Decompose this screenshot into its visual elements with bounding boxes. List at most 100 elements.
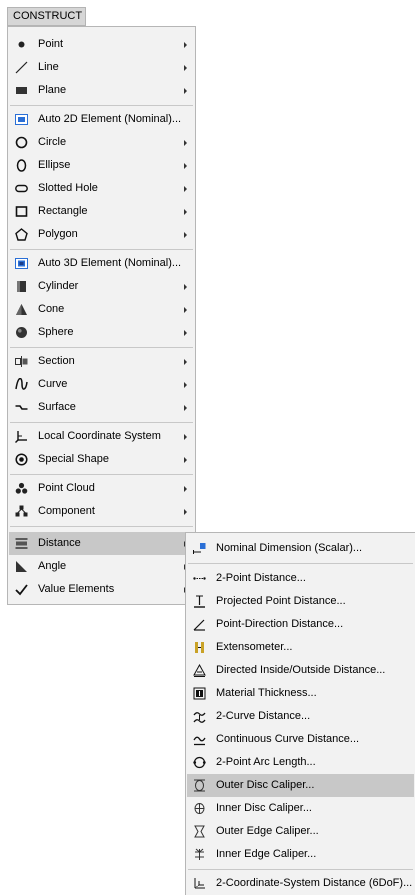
slotted-hole-icon [15, 182, 28, 195]
menu-item-ellipse[interactable]: Ellipse [9, 154, 194, 177]
menu-item-label: Material Thickness... [216, 687, 317, 699]
submenu-item-point-direction-distance[interactable]: Point-Direction Distance... [187, 613, 414, 636]
submenu-item-material-thickness[interactable]: Material Thickness... [187, 682, 414, 705]
component-icon [15, 505, 28, 518]
menu-item-section[interactable]: Section [9, 350, 194, 373]
menu-item-surface[interactable]: Surface [9, 396, 194, 419]
menu-item-rectangle[interactable]: Rectangle [9, 200, 194, 223]
submenu-arrow-icon [184, 359, 187, 365]
menu-item-label: Point-Direction Distance... [216, 618, 344, 630]
submenu-arrow-icon [184, 140, 187, 146]
angle-icon [15, 560, 28, 573]
menu-item-label: Ellipse [38, 159, 71, 171]
submenu-arrow-icon [184, 486, 187, 492]
menu-item-circle[interactable]: Circle [9, 131, 194, 154]
menu-item-label: Surface [38, 401, 76, 413]
arc-length-icon [193, 756, 206, 769]
menu-item-line[interactable]: Line [9, 56, 194, 79]
menu-item-label: Point Cloud [38, 482, 95, 494]
submenu-arrow-icon [184, 42, 187, 48]
menu-item-label: 2-Coordinate-System Distance (6DoF)... [216, 877, 413, 889]
menu-item-label: Slotted Hole [38, 182, 98, 194]
rectangle-icon [15, 205, 28, 218]
submenu-arrow-icon [184, 65, 187, 71]
submenu-arrow-icon [184, 434, 187, 440]
menu-separator [10, 422, 193, 423]
menu-item-component[interactable]: Component [9, 500, 194, 523]
menu-item-label: Component [38, 505, 95, 517]
submenu-item-projected-point-distance[interactable]: Projected Point Distance... [187, 590, 414, 613]
auto-3d-element-icon [15, 257, 28, 270]
menu-item-label: Outer Disc Caliper... [216, 779, 315, 791]
submenu-item-2-point-arc-length[interactable]: 2-Point Arc Length... [187, 751, 414, 774]
menu-item-special-shape[interactable]: Special Shape [9, 448, 194, 471]
menu-item-polygon[interactable]: Polygon [9, 223, 194, 246]
point-icon [15, 38, 28, 51]
submenu-item-inner-edge-caliper[interactable]: Inner Edge Caliper... [187, 843, 414, 866]
distance-submenu: Nominal Dimension (Scalar)... 2-Point Di… [185, 532, 415, 895]
submenu-item-6dof-distance[interactable]: 2-Coordinate-System Distance (6DoF)... [187, 872, 414, 895]
nominal-dimension-icon [193, 542, 206, 555]
submenu-item-nominal-dimension[interactable]: Nominal Dimension (Scalar)... [187, 537, 414, 560]
menu-item-label: 2-Curve Distance... [216, 710, 311, 722]
menu-item-cylinder[interactable]: Cylinder [9, 275, 194, 298]
menu-item-value-elements[interactable]: Value Elements [9, 578, 194, 601]
submenu-arrow-icon [184, 186, 187, 192]
menu-item-label: Circle [38, 136, 67, 148]
directed-distance-icon [193, 664, 206, 677]
menu-item-label: Auto 3D Element (Nominal)... [38, 257, 182, 269]
menu-item-label: Polygon [38, 228, 78, 240]
menu-item-label: Line [38, 61, 59, 73]
menu-separator [10, 347, 193, 348]
projected-point-distance-icon [193, 595, 206, 608]
section-icon [15, 355, 28, 368]
special-shape-icon [15, 453, 28, 466]
submenu-item-2-point-distance[interactable]: 2-Point Distance... [187, 567, 414, 590]
submenu-arrow-icon [184, 382, 187, 388]
menu-item-label: Section [38, 355, 75, 367]
menu-item-label: Local Coordinate System [38, 430, 161, 442]
distance-icon [15, 537, 28, 550]
menu-item-cone[interactable]: Cone [9, 298, 194, 321]
submenu-item-inner-disc-caliper[interactable]: Inner Disc Caliper... [187, 797, 414, 820]
submenu-item-outer-edge-caliper[interactable]: Outer Edge Caliper... [187, 820, 414, 843]
menu-item-slotted-hole[interactable]: Slotted Hole [9, 177, 194, 200]
menu-item-label: Sphere [38, 326, 74, 338]
menu-item-label: Curve [38, 378, 68, 390]
menu-item-auto-2d-element[interactable]: Auto 2D Element (Nominal)... [9, 108, 194, 131]
menu-separator [10, 105, 193, 106]
submenu-arrow-icon [184, 405, 187, 411]
submenu-item-2-curve-distance[interactable]: 2-Curve Distance... [187, 705, 414, 728]
two-point-distance-icon [193, 572, 206, 585]
menu-item-label: 2-Point Arc Length... [216, 756, 316, 768]
menu-item-label: Extensometer... [216, 641, 293, 653]
menu-separator [188, 563, 413, 564]
menu-item-auto-3d-element[interactable]: Auto 3D Element (Nominal)... [9, 252, 194, 275]
menu-item-plane[interactable]: Plane [9, 79, 194, 102]
menu-item-angle[interactable]: Angle [9, 555, 194, 578]
menu-item-label: Nominal Dimension (Scalar)... [216, 542, 363, 554]
menu-item-local-coordinate-system[interactable]: Local Coordinate System [9, 425, 194, 448]
menu-item-point[interactable]: Point [9, 33, 194, 56]
submenu-arrow-icon [184, 509, 187, 515]
menu-item-distance[interactable]: Distance [9, 532, 194, 555]
submenu-item-extensometer[interactable]: Extensometer... [187, 636, 414, 659]
menu-item-label: Directed Inside/Outside Distance... [216, 664, 386, 676]
submenu-item-directed-distance[interactable]: Directed Inside/Outside Distance... [187, 659, 414, 682]
menu-item-label: Cylinder [38, 280, 79, 292]
outer-edge-caliper-icon [193, 825, 206, 838]
submenu-item-continuous-curve-distance[interactable]: Continuous Curve Distance... [187, 728, 414, 751]
menu-item-sphere[interactable]: Sphere [9, 321, 194, 344]
menu-item-point-cloud[interactable]: Point Cloud [9, 477, 194, 500]
circle-icon [15, 136, 28, 149]
cone-icon [15, 303, 28, 316]
submenu-arrow-icon [184, 284, 187, 290]
two-curve-distance-icon [193, 710, 206, 723]
curve-icon [15, 378, 28, 391]
submenu-item-outer-disc-caliper[interactable]: Outer Disc Caliper... [187, 774, 414, 797]
construct-menu-tab[interactable]: CONSTRUCT [7, 7, 86, 26]
extensometer-icon [193, 641, 206, 654]
menu-item-curve[interactable]: Curve [9, 373, 194, 396]
menu-item-label: Auto 2D Element (Nominal)... [38, 113, 182, 125]
menu-item-label: Rectangle [38, 205, 88, 217]
